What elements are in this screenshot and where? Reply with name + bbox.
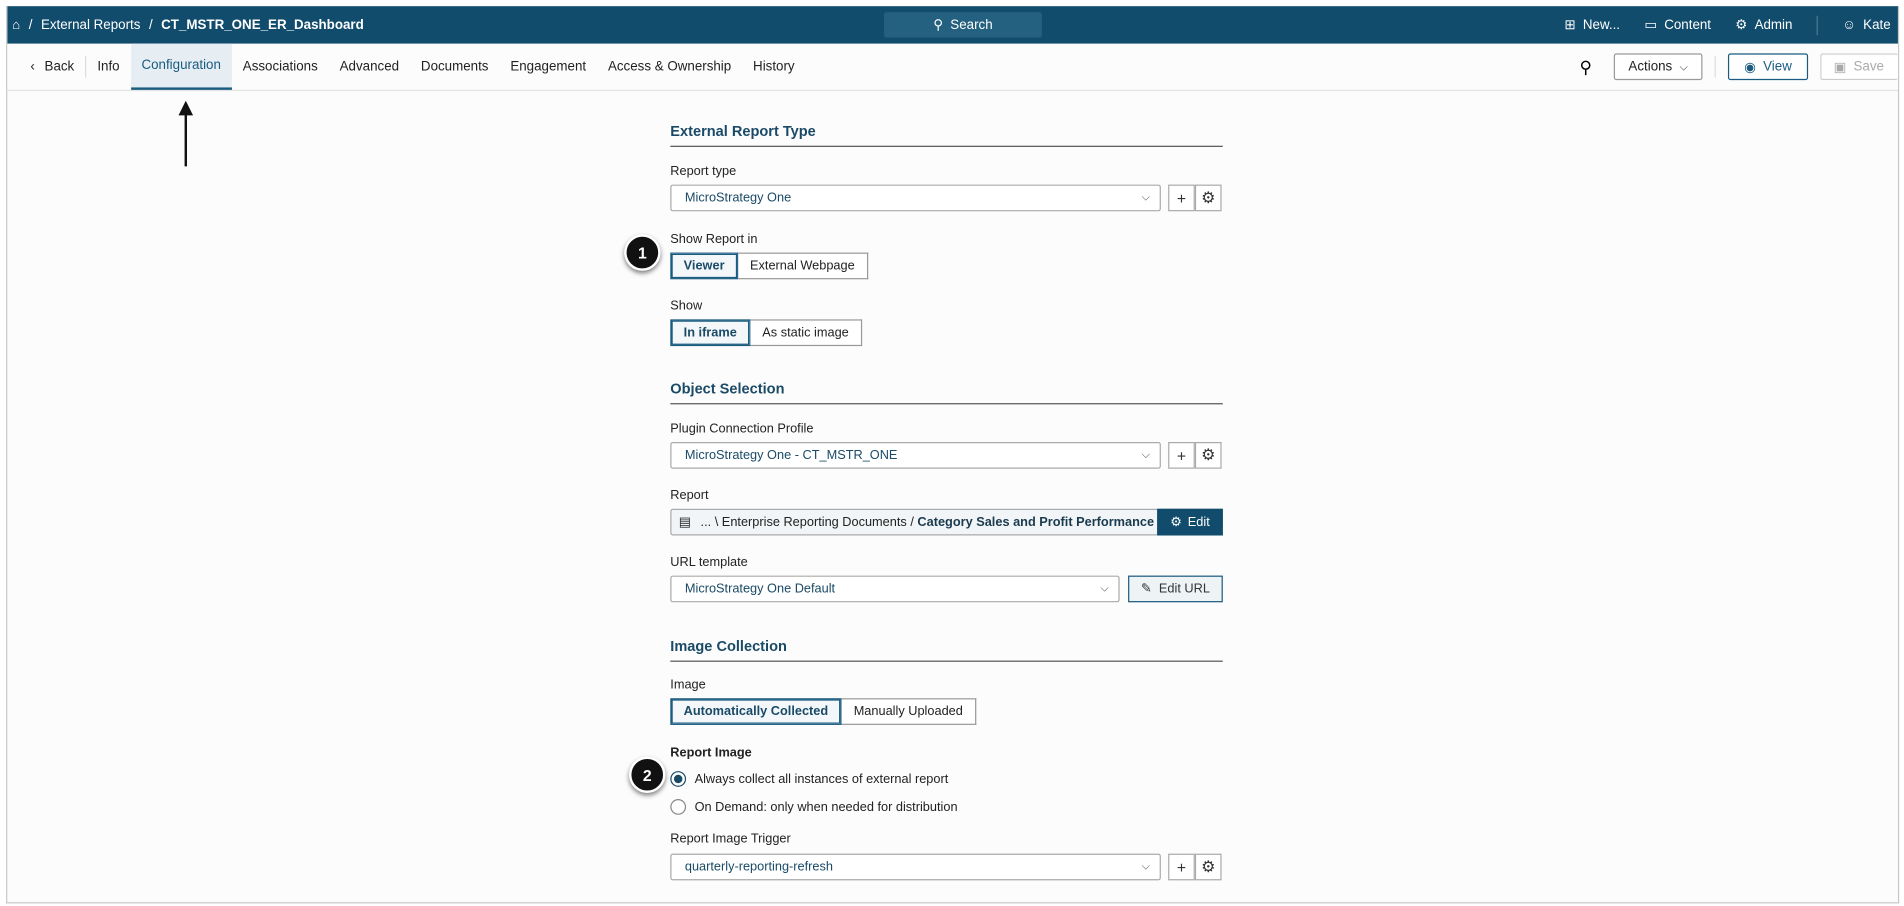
folder-icon: ▭ (1644, 18, 1657, 33)
section-title: Image Collection (670, 638, 1223, 662)
chevron-left-icon: ‹ (30, 59, 35, 75)
chevron-down-icon: ⌵ (1100, 581, 1109, 594)
report-icon: ▤ (678, 514, 691, 530)
radio-always-collect[interactable]: Always collect all instances of external… (670, 771, 948, 787)
tab-configuration[interactable]: Configuration (130, 43, 232, 90)
tab-engagement[interactable]: Engagement (499, 44, 597, 90)
plus-square-icon: ⊞ (1564, 18, 1576, 33)
home-icon[interactable]: ⌂ (12, 18, 20, 33)
tab-associations[interactable]: Associations (232, 44, 329, 90)
breadcrumb-current: CT_MSTR_ONE_ER_Dashboard (161, 17, 364, 33)
user-icon: ☺ (1842, 17, 1856, 33)
gear-icon: ⚙ (1170, 514, 1182, 530)
add-button[interactable]: + (1168, 184, 1195, 212)
trigger-label: Report Image Trigger (670, 831, 791, 847)
tab-documents[interactable]: Documents (410, 44, 499, 90)
option-viewer[interactable]: Viewer (670, 252, 738, 280)
radio-checked-icon (670, 771, 687, 787)
admin-button[interactable]: ⚙ Admin (1735, 17, 1792, 33)
add-button[interactable]: + (1168, 853, 1195, 881)
radio-unchecked-icon (670, 799, 687, 815)
show-toggle: In iframe As static image (670, 319, 863, 347)
profile-label: Plugin Connection Profile (670, 421, 814, 436)
show-in-label: Show Report in (670, 231, 758, 247)
report-type-select[interactable]: MicroStrategy One ⌵ (670, 184, 1161, 212)
option-auto-collected[interactable]: Automatically Collected (670, 698, 842, 725)
breadcrumb-external-reports[interactable]: External Reports (41, 18, 140, 33)
user-menu[interactable]: ☺ Kate (1842, 18, 1890, 33)
gear-icon[interactable]: ⚙ (1194, 442, 1222, 469)
edit-url-button[interactable]: ✎ Edit URL (1128, 575, 1223, 603)
back-button[interactable]: ‹ Back (19, 44, 85, 90)
tab-advanced[interactable]: Advanced (329, 44, 410, 90)
gear-icon[interactable]: ⚙ (1194, 184, 1222, 212)
annotation-arrow (178, 100, 194, 167)
url-template-label: URL template (670, 554, 748, 570)
image-toggle: Automatically Collected Manually Uploade… (670, 698, 977, 725)
radio-on-demand[interactable]: On Demand: only when needed for distribu… (670, 799, 958, 815)
show-label: Show (670, 298, 703, 314)
url-template-select[interactable]: MicroStrategy One Default ⌵ (670, 575, 1120, 603)
tab-bar: ‹ Back Info Configuration Associations Ad… (7, 43, 1898, 92)
save-icon: ▣ (1833, 60, 1847, 75)
pencil-icon: ✎ (1140, 581, 1152, 597)
option-iframe[interactable]: In iframe (670, 319, 751, 347)
search-button[interactable]: ⚲ Search (884, 12, 1042, 38)
chevron-down-icon: ⌵ (1141, 448, 1150, 461)
gear-icon[interactable]: ⚙ (1194, 853, 1222, 881)
trigger-select[interactable]: quarterly-reporting-refresh ⌵ (670, 853, 1161, 881)
divider (1714, 55, 1716, 78)
view-button[interactable]: ◉ View (1727, 53, 1809, 81)
image-label: Image (670, 677, 706, 693)
profile-select[interactable]: MicroStrategy One - CT_MSTR_ONE ⌵ (670, 442, 1161, 469)
content-button[interactable]: ▭ Content (1644, 17, 1711, 33)
actions-button[interactable]: Actions ⌵ (1613, 53, 1703, 81)
option-static-image[interactable]: As static image (750, 319, 863, 347)
report-image-label: Report Image (670, 745, 752, 761)
tab-info[interactable]: Info (86, 44, 130, 90)
save-button[interactable]: ▣ Save (1820, 53, 1898, 81)
tab-access-ownership[interactable]: Access & Ownership (597, 44, 742, 90)
edit-report-button[interactable]: ⚙ Edit (1157, 508, 1223, 536)
chevron-down-icon: ⌵ (1679, 60, 1688, 73)
top-bar: ⌂ / External Reports / CT_MSTR_ONE_ER_Dash… (7, 6, 1898, 44)
tab-history[interactable]: History (742, 44, 805, 90)
search-icon[interactable]: ⚲ (1579, 56, 1591, 77)
gear-icon: ⚙ (1735, 18, 1748, 33)
step-badge: 1 (624, 234, 661, 271)
new-button[interactable]: ⊞ New... (1564, 17, 1620, 33)
option-external-webpage[interactable]: External Webpage (737, 252, 869, 280)
chevron-down-icon: ⌵ (1141, 859, 1150, 872)
report-type-label: Report type (670, 163, 737, 179)
report-label: Report (670, 488, 709, 503)
breadcrumb: ⌂ / External Reports / CT_MSTR_ONE_ER_Dash… (12, 17, 364, 33)
show-in-toggle: Viewer External Webpage (670, 252, 869, 280)
option-manually-uploaded[interactable]: Manually Uploaded (841, 698, 977, 725)
step-badge: 2 (629, 756, 666, 793)
report-field[interactable]: ▤... \ Enterprise Reporting Documents / … (670, 508, 1159, 536)
eye-icon: ◉ (1744, 60, 1756, 75)
search-icon: ⚲ (933, 18, 944, 33)
chevron-down-icon: ⌵ (1141, 190, 1150, 203)
divider (1816, 15, 1818, 35)
section-title: External Report Type (670, 123, 1223, 147)
section-title: Object Selection (670, 380, 1223, 405)
add-button[interactable]: + (1168, 442, 1195, 469)
